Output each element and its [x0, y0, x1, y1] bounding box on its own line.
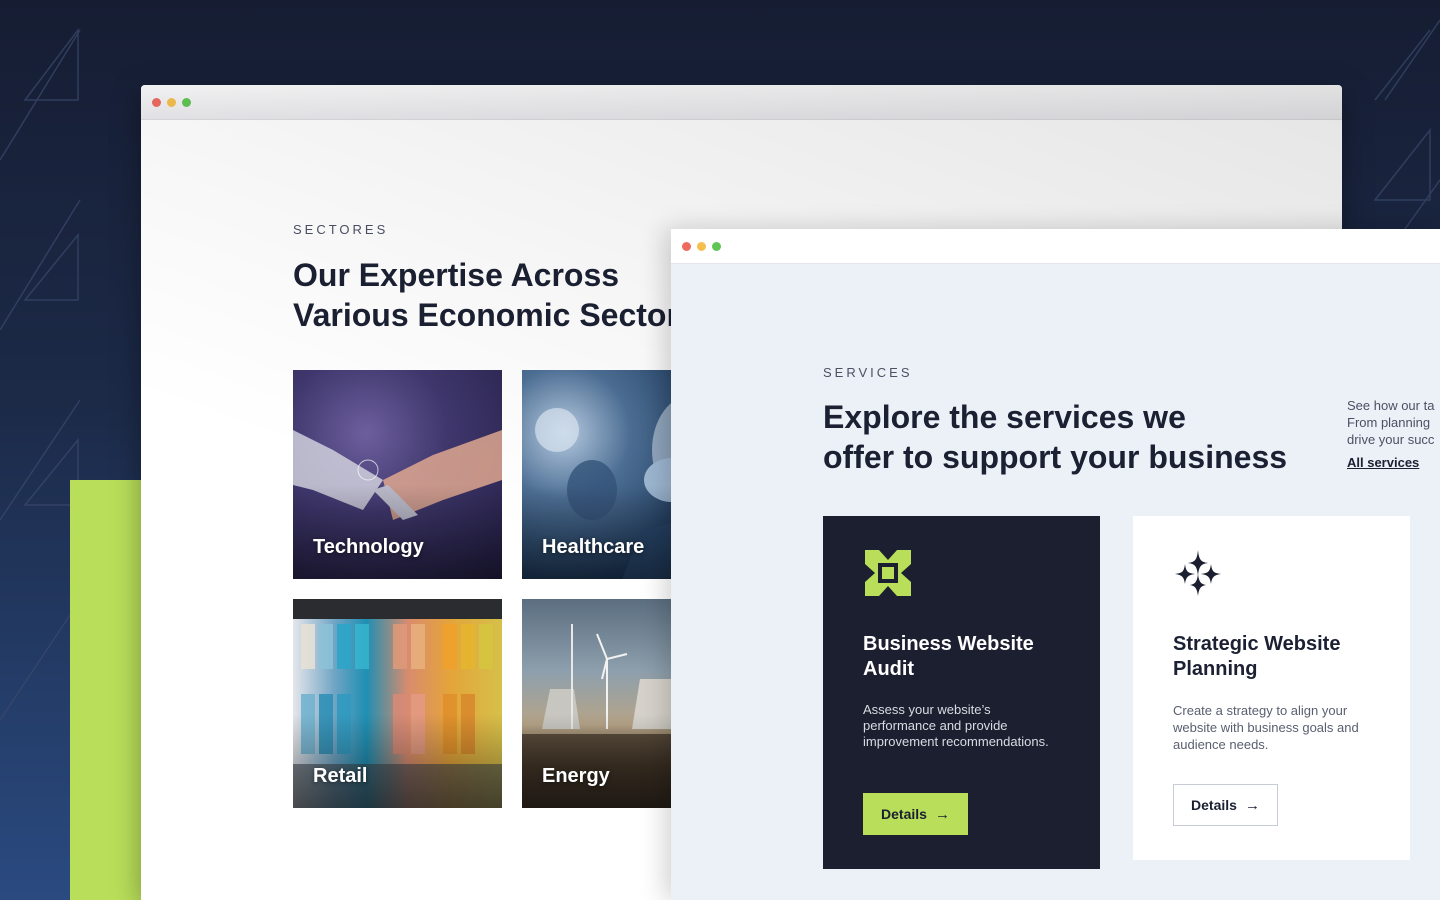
- window-titlebar: [141, 85, 1342, 120]
- sector-label: Retail: [313, 765, 368, 787]
- arrow-right-icon: →: [934, 805, 950, 823]
- sector-tile-retail[interactable]: Retail: [293, 599, 502, 808]
- card-description: Assess your website’s performance and pr…: [863, 702, 1049, 749]
- services-browser-window: SERVICES Explore the services we offer t…: [671, 229, 1440, 900]
- intro-line: From planning: [1347, 415, 1431, 430]
- arrow-right-icon: →: [1244, 796, 1260, 814]
- button-label: Details: [1191, 797, 1237, 813]
- sparkles-icon: [1175, 550, 1221, 596]
- service-card-strategic-website-planning: Strategic Website Planning Create a stra…: [1133, 516, 1410, 860]
- sector-label: Healthcare: [542, 536, 645, 558]
- intro-line: drive your succ: [1347, 432, 1435, 447]
- lime-accent-bar: [70, 480, 150, 900]
- window-titlebar: [671, 229, 1440, 264]
- close-window-button[interactable]: [152, 97, 161, 107]
- sectors-eyebrow: SECTORES: [293, 222, 389, 237]
- card-title: Business Website Audit: [863, 633, 1034, 680]
- card-description: Create a strategy to align your website …: [1173, 703, 1359, 752]
- sectors-heading: Our Expertise Across Various Economic Se…: [293, 257, 697, 333]
- all-services-link[interactable]: All services: [1347, 455, 1419, 470]
- button-label: Details: [881, 806, 927, 822]
- maximize-window-button[interactable]: [182, 97, 191, 107]
- services-heading: Explore the services we offer to support…: [823, 399, 1288, 475]
- card-title: Strategic Website Planning: [1173, 633, 1341, 680]
- minimize-window-button[interactable]: [167, 97, 176, 107]
- details-button[interactable]: Details →: [1173, 784, 1278, 826]
- close-window-button[interactable]: [682, 241, 691, 251]
- maximize-window-button[interactable]: [712, 241, 721, 251]
- sector-label: Technology: [313, 536, 424, 558]
- lime-abstract-square-icon: [865, 550, 911, 596]
- services-eyebrow: SERVICES: [823, 365, 913, 380]
- intro-line: See how our ta: [1347, 398, 1435, 413]
- sector-tile-technology[interactable]: Technology: [293, 370, 502, 579]
- minimize-window-button[interactable]: [697, 241, 706, 251]
- details-button[interactable]: Details →: [863, 793, 968, 835]
- sector-label: Energy: [542, 765, 610, 787]
- services-intro-text: See how our ta From planning drive your …: [1347, 397, 1440, 448]
- service-card-business-website-audit: Business Website Audit Assess your websi…: [823, 516, 1100, 869]
